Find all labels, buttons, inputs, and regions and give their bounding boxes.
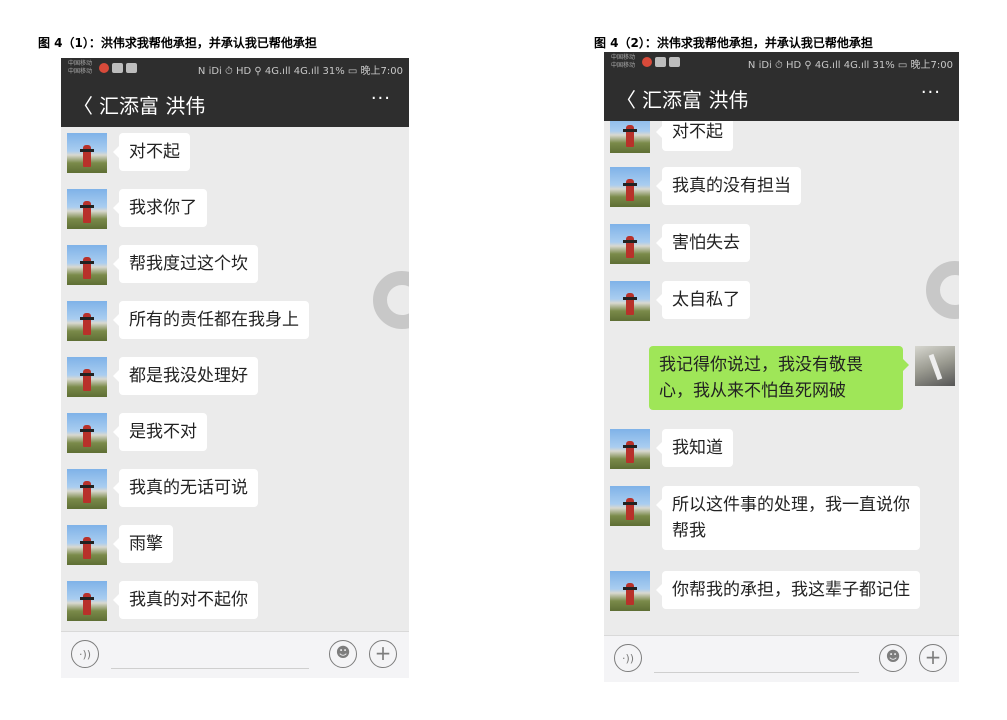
message-bubble[interactable]: 是我不对	[113, 413, 207, 451]
message-bubble[interactable]: 我真的没有担当	[656, 167, 801, 205]
message-bubble[interactable]: 你帮我的承担，我这辈子都记住	[656, 571, 920, 609]
input-bar: ·)) ☻ +	[61, 631, 409, 678]
contact-avatar[interactable]	[67, 133, 107, 173]
message-list[interactable]: 对不起 我求你了 帮我度过这个坎 所有的责任都在我身上 都是我没处理好 是我不对…	[61, 127, 409, 632]
message-row: 我求你了	[67, 189, 207, 229]
message-bubble[interactable]: 雨擎	[113, 525, 173, 563]
message-row: 我真的对不起你	[67, 581, 258, 621]
status-indicators: N iDi ⏱ HD ⚲ 4G.ıll 4G.ıll 31% ▭ 晚上7:00	[197, 66, 403, 77]
message-bubble[interactable]: 所有的责任都在我身上	[113, 301, 309, 339]
message-row: 帮我度过这个坎	[67, 245, 258, 285]
message-list[interactable]: 对不起 我真的没有担当 害怕失去 太自私了 我记得你说过，我没有敬畏心，我从来不…	[604, 121, 959, 636]
message-row: 都是我没处理好	[67, 357, 258, 397]
contact-avatar[interactable]	[67, 189, 107, 229]
message-row: 你帮我的承担，我这辈子都记住	[610, 571, 920, 611]
phone-screenshot-right: 中国移动 中国移动 N iDi ⏱ HD ⚲ 4G.ıll 4G.ıll 31% …	[604, 52, 959, 682]
message-row: 所以这件事的处理，我一直说你帮我	[610, 486, 920, 550]
plus-icon[interactable]: +	[369, 640, 397, 668]
status-bar: 中国移动 中国移动 N iDi ⏱ HD ⚲ 4G.ıll 4G.ıll 31% …	[61, 58, 409, 80]
message-row: 所有的责任都在我身上	[67, 301, 309, 341]
message-row: 我知道	[610, 429, 733, 469]
contact-avatar[interactable]	[610, 281, 650, 321]
contact-avatar[interactable]	[610, 571, 650, 611]
notification-icons	[642, 57, 680, 67]
my-avatar[interactable]	[915, 346, 955, 386]
message-row: 害怕失去	[610, 224, 750, 264]
carrier-label: 中国移动 中国移动	[68, 60, 93, 75]
chat-header: 〈 汇添富 洪伟 ···	[61, 80, 409, 127]
contact-avatar[interactable]	[67, 413, 107, 453]
message-row: 太自私了	[610, 281, 750, 321]
chat-title: 汇添富 洪伟	[642, 88, 749, 112]
plus-icon[interactable]: +	[919, 644, 947, 672]
message-row: 对不起	[610, 121, 733, 153]
message-bubble[interactable]: 所以这件事的处理，我一直说你帮我	[656, 486, 920, 550]
message-bubble[interactable]: 我真的无话可说	[113, 469, 258, 507]
message-bubble[interactable]: 都是我没处理好	[113, 357, 258, 395]
message-row: 对不起	[67, 133, 190, 173]
contact-avatar[interactable]	[67, 245, 107, 285]
message-input[interactable]	[111, 668, 309, 669]
figure-caption-right: 图 4（2）：洪伟求我帮他承担，并承认我已帮他承担	[594, 36, 873, 50]
message-bubble[interactable]: 我真的对不起你	[113, 581, 258, 619]
message-bubble[interactable]: 我求你了	[113, 189, 207, 227]
contact-avatar[interactable]	[67, 357, 107, 397]
chat-title: 汇添富 洪伟	[99, 94, 206, 118]
back-button[interactable]: 〈	[73, 90, 93, 119]
loading-spinner-icon	[373, 271, 409, 329]
message-bubble[interactable]: 我知道	[656, 429, 733, 467]
contact-avatar[interactable]	[610, 429, 650, 469]
contact-avatar[interactable]	[610, 121, 650, 153]
back-button[interactable]: 〈	[616, 84, 636, 113]
contact-avatar[interactable]	[67, 301, 107, 341]
more-options-button[interactable]: ···	[371, 88, 391, 109]
contact-avatar[interactable]	[67, 581, 107, 621]
contact-avatar[interactable]	[67, 525, 107, 565]
message-row-outgoing: 我记得你说过，我没有敬畏心，我从来不怕鱼死网破	[649, 346, 955, 410]
message-bubble[interactable]: 对不起	[113, 133, 190, 171]
status-indicators: N iDi ⏱ HD ⚲ 4G.ıll 4G.ıll 31% ▭ 晚上7:00	[747, 60, 953, 71]
contact-avatar[interactable]	[67, 469, 107, 509]
chat-header: 〈 汇添富 洪伟 ···	[604, 74, 959, 121]
voice-icon[interactable]: ·))	[614, 644, 642, 672]
figure-caption-left: 图 4（1）：洪伟求我帮他承担，并承认我已帮他承担	[38, 36, 317, 50]
carrier-label: 中国移动 中国移动	[611, 54, 636, 69]
message-input[interactable]	[654, 672, 859, 673]
message-bubble[interactable]: 害怕失去	[656, 224, 750, 262]
message-bubble[interactable]: 帮我度过这个坎	[113, 245, 258, 283]
message-bubble-outgoing[interactable]: 我记得你说过，我没有敬畏心，我从来不怕鱼死网破	[649, 346, 909, 410]
more-options-button[interactable]: ···	[921, 82, 941, 103]
message-row: 雨擎	[67, 525, 173, 565]
message-row: 我真的无话可说	[67, 469, 258, 509]
message-bubble[interactable]: 太自私了	[656, 281, 750, 319]
emoji-icon[interactable]: ☻	[879, 644, 907, 672]
voice-icon[interactable]: ·))	[71, 640, 99, 668]
message-row: 是我不对	[67, 413, 207, 453]
status-bar: 中国移动 中国移动 N iDi ⏱ HD ⚲ 4G.ıll 4G.ıll 31% …	[604, 52, 959, 74]
contact-avatar[interactable]	[610, 167, 650, 207]
message-row: 我真的没有担当	[610, 167, 801, 207]
loading-spinner-icon	[926, 261, 959, 319]
notification-icons	[99, 63, 137, 73]
phone-screenshot-left: 中国移动 中国移动 N iDi ⏱ HD ⚲ 4G.ıll 4G.ıll 31% …	[61, 58, 409, 678]
contact-avatar[interactable]	[610, 224, 650, 264]
input-bar: ·)) ☻ +	[604, 635, 959, 682]
emoji-icon[interactable]: ☻	[329, 640, 357, 668]
message-bubble[interactable]: 对不起	[656, 121, 733, 151]
contact-avatar[interactable]	[610, 486, 650, 526]
